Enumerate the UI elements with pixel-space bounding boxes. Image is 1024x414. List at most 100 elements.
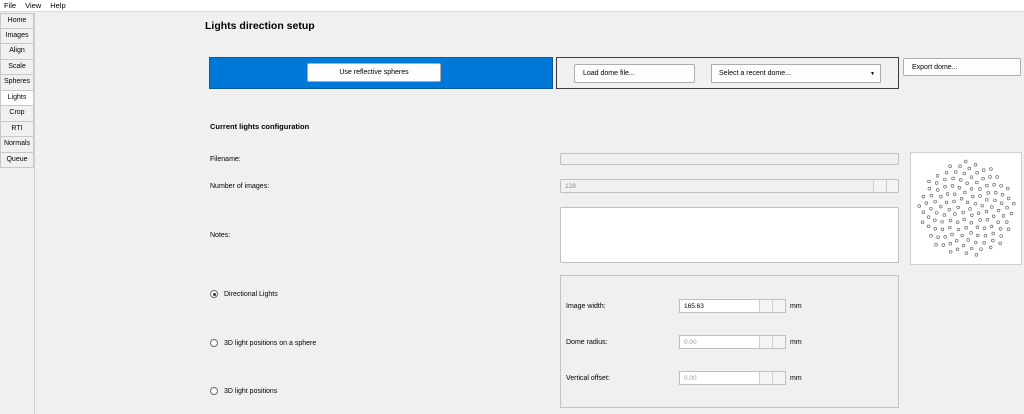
export-dome-button[interactable]: Export dome...: [903, 58, 1021, 76]
light-point: [950, 184, 955, 188]
light-point: [981, 176, 985, 181]
notes-label: Notes:: [210, 232, 231, 239]
light-point: [989, 224, 994, 229]
light-point: [985, 183, 989, 188]
light-point: [954, 170, 958, 174]
light-point: [956, 220, 960, 224]
light-point: [961, 243, 966, 248]
dome-lights-preview: [910, 152, 1022, 265]
spin-up-button[interactable]: [886, 180, 898, 192]
light-point: [929, 234, 933, 238]
spin-up-button[interactable]: [772, 336, 785, 348]
radio-3d-sphere[interactable]: 3D light positions on a sphere: [210, 339, 316, 347]
light-point: [948, 250, 953, 254]
light-point: [927, 179, 931, 184]
light-point: [929, 206, 933, 211]
spin-down-button[interactable]: [759, 336, 772, 348]
sidebar-item-lights[interactable]: Lights: [0, 90, 34, 106]
recent-dome-select[interactable]: Select a recent dome... ▼: [711, 64, 881, 83]
light-point: [974, 253, 979, 257]
light-point: [936, 235, 940, 239]
sidebar-item-queue[interactable]: Queue: [0, 152, 34, 168]
menu-view[interactable]: View: [25, 1, 41, 10]
load-dome-button[interactable]: Load dome file...: [574, 64, 695, 83]
sidebar-item-home[interactable]: Home: [0, 13, 34, 29]
light-point: [965, 200, 970, 205]
light-point: [964, 251, 969, 255]
sidebar: Home Images Align Scale Spheres Lights C…: [0, 13, 35, 414]
light-point: [924, 201, 929, 205]
light-point: [959, 196, 964, 201]
spin-up-button[interactable]: [772, 372, 785, 384]
sidebar-item-crop[interactable]: Crop: [0, 106, 34, 122]
light-point: [973, 201, 978, 206]
light-point: [948, 164, 952, 168]
light-point: [926, 224, 931, 228]
recent-dome-select-text: Select a recent dome...: [719, 70, 791, 77]
light-point: [999, 184, 1003, 188]
light-point: [958, 164, 962, 168]
radio-directional-lights[interactable]: Directional Lights: [210, 290, 278, 298]
light-point: [983, 234, 988, 238]
light-point: [957, 185, 962, 190]
light-point: [965, 181, 969, 186]
light-point: [943, 235, 947, 239]
light-point: [970, 246, 974, 251]
spin-down-button[interactable]: [873, 180, 885, 192]
light-point: [933, 218, 937, 223]
notes-textarea[interactable]: [560, 207, 899, 263]
light-point: [921, 210, 926, 214]
light-point: [979, 247, 983, 251]
number-of-images-value: 128: [565, 183, 576, 190]
light-point: [970, 213, 974, 217]
light-point: [936, 188, 940, 192]
light-point: [964, 226, 968, 230]
menu-help[interactable]: Help: [50, 1, 65, 10]
radio-unchecked-icon[interactable]: [210, 339, 218, 347]
light-point: [945, 192, 950, 196]
light-point: [999, 201, 1004, 205]
filename-label: Filename:: [210, 156, 241, 163]
section-title-current-config: Current lights configuration: [210, 122, 310, 131]
light-point: [976, 233, 980, 238]
radio-checked-icon[interactable]: [210, 290, 218, 298]
light-point: [959, 178, 963, 182]
menu-bar: File View Help: [0, 0, 1024, 12]
radio-3d-positions[interactable]: 3D light positions: [210, 387, 277, 395]
light-point: [1009, 211, 1014, 216]
light-point: [944, 170, 949, 175]
light-point: [1006, 227, 1011, 231]
sidebar-item-spheres[interactable]: Spheres: [0, 75, 34, 91]
sidebar-item-images[interactable]: Images: [0, 28, 34, 44]
sidebar-item-rti[interactable]: RTI: [0, 121, 34, 137]
light-point: [940, 227, 945, 232]
image-width-input[interactable]: 165.63: [679, 299, 786, 313]
use-reflective-spheres-button[interactable]: Use reflective spheres: [307, 63, 441, 82]
light-point: [996, 208, 1001, 213]
light-point: [956, 205, 960, 210]
sidebar-item-scale[interactable]: Scale: [0, 59, 34, 75]
light-point: [1001, 214, 1006, 218]
spin-down-button[interactable]: [759, 300, 772, 312]
spin-down-button[interactable]: [759, 372, 772, 384]
light-point: [999, 234, 1003, 238]
radio-unchecked-icon[interactable]: [210, 387, 218, 395]
vertical-offset-input[interactable]: 0.00: [679, 371, 786, 385]
dome-radius-input[interactable]: 0.00: [679, 335, 786, 349]
light-point: [953, 212, 957, 216]
light-point: [978, 187, 982, 191]
radio-directional-lights-label: Directional Lights: [224, 290, 278, 298]
number-of-images-field[interactable]: 128: [560, 179, 899, 193]
menu-file[interactable]: File: [4, 1, 16, 10]
filename-field[interactable]: [560, 153, 899, 165]
vertical-offset-label: Vertical offset:: [566, 375, 610, 382]
sidebar-item-normals[interactable]: Normals: [0, 137, 34, 153]
sidebar-item-align[interactable]: Align: [0, 44, 34, 60]
light-point: [1006, 196, 1011, 201]
light-point: [973, 163, 978, 167]
light-point: [964, 159, 968, 164]
spin-up-button[interactable]: [772, 300, 785, 312]
light-point: [976, 211, 981, 215]
light-point: [962, 217, 966, 222]
light-point: [980, 203, 984, 208]
